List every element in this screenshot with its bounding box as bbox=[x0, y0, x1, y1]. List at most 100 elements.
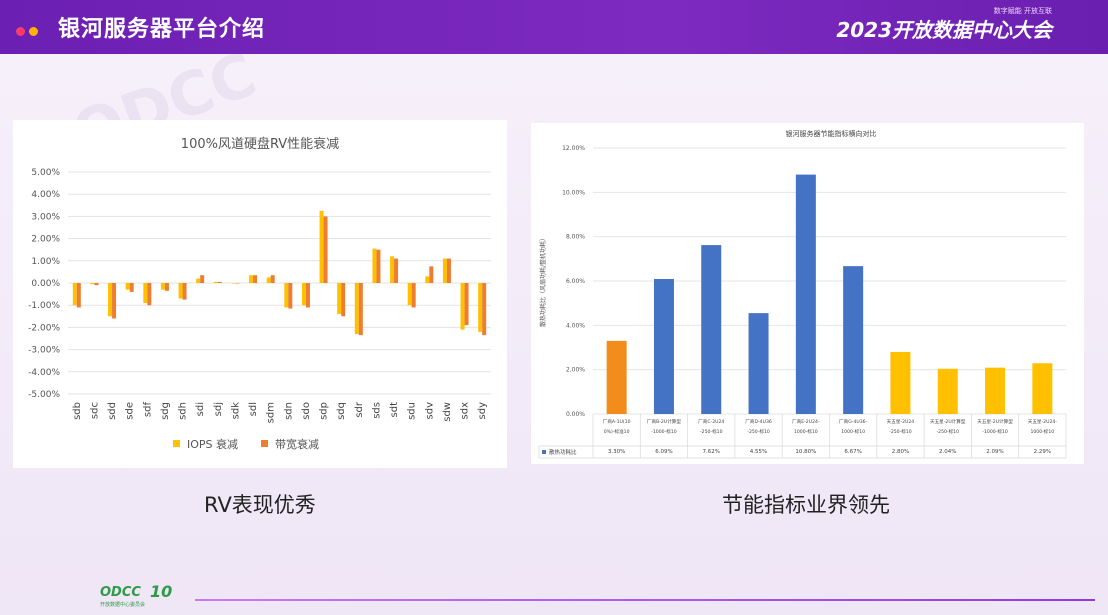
legend-label: IOPS 衰减 bbox=[187, 437, 238, 451]
bar bbox=[217, 281, 222, 283]
bar bbox=[253, 275, 258, 283]
data-table-value: 2.80% bbox=[892, 449, 909, 455]
left-chart-card: 100%风道硬盘RV性能衰减 5.00% 4.00% 3.00% 2.00% 1.00% 0… bbox=[13, 120, 507, 468]
odcc-logo-sub: 开放数据中心委员会 bbox=[100, 602, 146, 608]
x-tick-label: sdm bbox=[266, 402, 277, 423]
bar bbox=[284, 283, 289, 308]
data-table-value: 6.67% bbox=[844, 449, 861, 455]
data-table-value: 10.80% bbox=[795, 449, 816, 455]
y-axis-label: 散热功耗比（风扇功耗/整机功耗） bbox=[539, 235, 547, 327]
legend-label: 散热功耗比 bbox=[549, 448, 577, 456]
bar bbox=[76, 283, 81, 308]
bar bbox=[446, 258, 451, 283]
x-tick-label: sdi bbox=[195, 402, 206, 416]
x-tick-label: sdy bbox=[477, 402, 488, 420]
bar bbox=[301, 283, 306, 306]
bar bbox=[305, 283, 310, 308]
x-category-label-line1: 厂商A-1U(10 bbox=[603, 418, 631, 425]
x-tick-label: sdq bbox=[336, 402, 347, 420]
page-title: 银河服务器平台介绍 bbox=[58, 17, 266, 42]
bar bbox=[160, 283, 165, 290]
energy-efficiency-chart: 银河服务器节能指标横向对比 12.00% 10.00% 8.00% 6.00% 4.00%… bbox=[538, 129, 1067, 459]
bar bbox=[460, 283, 465, 330]
x-tick-label: sdo bbox=[301, 402, 312, 420]
y-tick-label: -5.00% bbox=[28, 390, 60, 400]
odcc-logo: ODCC bbox=[100, 585, 141, 600]
bar bbox=[164, 283, 169, 291]
bar bbox=[795, 174, 816, 414]
x-category-label-line2: 1000-标10 bbox=[794, 428, 818, 435]
x-tick-label: sdn bbox=[283, 402, 294, 420]
bar bbox=[288, 283, 293, 309]
bar bbox=[429, 266, 434, 283]
x-category-label-line1: 厂商B-2U计算型 bbox=[647, 418, 681, 425]
bar bbox=[213, 281, 218, 283]
y-tick-label: 4.00% bbox=[566, 322, 585, 329]
legend-swatch bbox=[173, 440, 180, 447]
bar bbox=[372, 248, 377, 283]
bar bbox=[985, 367, 1006, 414]
x-tick-label: sdl bbox=[248, 402, 259, 416]
y-tick-label: 2.00% bbox=[31, 235, 60, 245]
x-tick-label: sdv bbox=[424, 402, 435, 420]
y-tick-label: 6.00% bbox=[566, 278, 585, 285]
x-tick-label: sdw bbox=[442, 402, 453, 422]
bar bbox=[249, 275, 254, 283]
bar bbox=[1032, 363, 1053, 414]
bar bbox=[90, 283, 95, 285]
left-caption: RV表现优秀 bbox=[204, 493, 316, 517]
x-tick-label: sdu bbox=[407, 402, 418, 420]
bar bbox=[478, 283, 483, 332]
bar bbox=[425, 276, 430, 283]
rv-performance-chart: 100%风道硬盘RV性能衰减 5.00% 4.00% 3.00% 2.00% 1.00% 0… bbox=[28, 136, 491, 451]
header-bar: 银河服务器平台介绍 数字赋能 开放互联 2023开放数据中心大会 bbox=[0, 0, 1108, 54]
legend-swatch bbox=[542, 450, 546, 454]
bar bbox=[200, 275, 205, 283]
data-table-value: 6.09% bbox=[655, 449, 672, 455]
conference-brand: 2023开放数据中心大会 bbox=[836, 18, 1052, 42]
bar bbox=[337, 283, 342, 315]
bar bbox=[266, 277, 271, 283]
x-category-label-line1: 天五星-2U计算型 bbox=[930, 418, 966, 425]
y-tick-label: -2.00% bbox=[28, 323, 60, 333]
bar bbox=[411, 283, 416, 308]
bar bbox=[182, 283, 187, 300]
bar bbox=[890, 351, 911, 414]
x-category-label-line2: -250-标10 bbox=[747, 428, 770, 435]
y-tick-label: 3.00% bbox=[31, 212, 60, 222]
bar bbox=[358, 283, 363, 336]
bar bbox=[376, 249, 381, 283]
x-tick-label: sdb bbox=[72, 402, 83, 420]
bar bbox=[354, 283, 359, 335]
data-table-value: 4.55% bbox=[750, 449, 767, 455]
bar bbox=[235, 283, 240, 284]
x-category-label-line2: -250-标10 bbox=[936, 428, 959, 435]
bar bbox=[748, 313, 769, 414]
bar bbox=[147, 283, 152, 306]
bar bbox=[390, 256, 395, 283]
x-tick-label: sdp bbox=[319, 402, 330, 420]
bar bbox=[341, 283, 346, 317]
bar bbox=[94, 283, 99, 286]
x-tick-label: sdt bbox=[389, 402, 400, 418]
x-tick-label: sdg bbox=[160, 402, 171, 420]
x-category-label-line2: -250-标10 bbox=[700, 428, 723, 435]
x-category-label-line1: 厂商C-2U24 bbox=[698, 418, 724, 425]
header-dots bbox=[16, 21, 42, 40]
bar bbox=[178, 283, 183, 299]
y-tick-label: 8.00% bbox=[566, 234, 585, 241]
right-caption: 节能指标业界领先 bbox=[722, 493, 890, 517]
x-category-label-line2: 1000-标10 bbox=[841, 428, 865, 435]
bar bbox=[606, 340, 627, 414]
bar bbox=[323, 216, 328, 283]
footer-line bbox=[195, 599, 1095, 601]
y-tick-label: -3.00% bbox=[28, 346, 60, 356]
data-table-value: 7.62% bbox=[703, 449, 720, 455]
y-tick-label: 0.00% bbox=[31, 279, 60, 289]
x-tick-label: sde bbox=[125, 402, 136, 420]
bar bbox=[108, 283, 113, 317]
data-table-value: 2.04% bbox=[939, 449, 956, 455]
bar bbox=[231, 283, 236, 284]
x-tick-label: sdf bbox=[142, 402, 153, 418]
bar bbox=[701, 245, 722, 414]
